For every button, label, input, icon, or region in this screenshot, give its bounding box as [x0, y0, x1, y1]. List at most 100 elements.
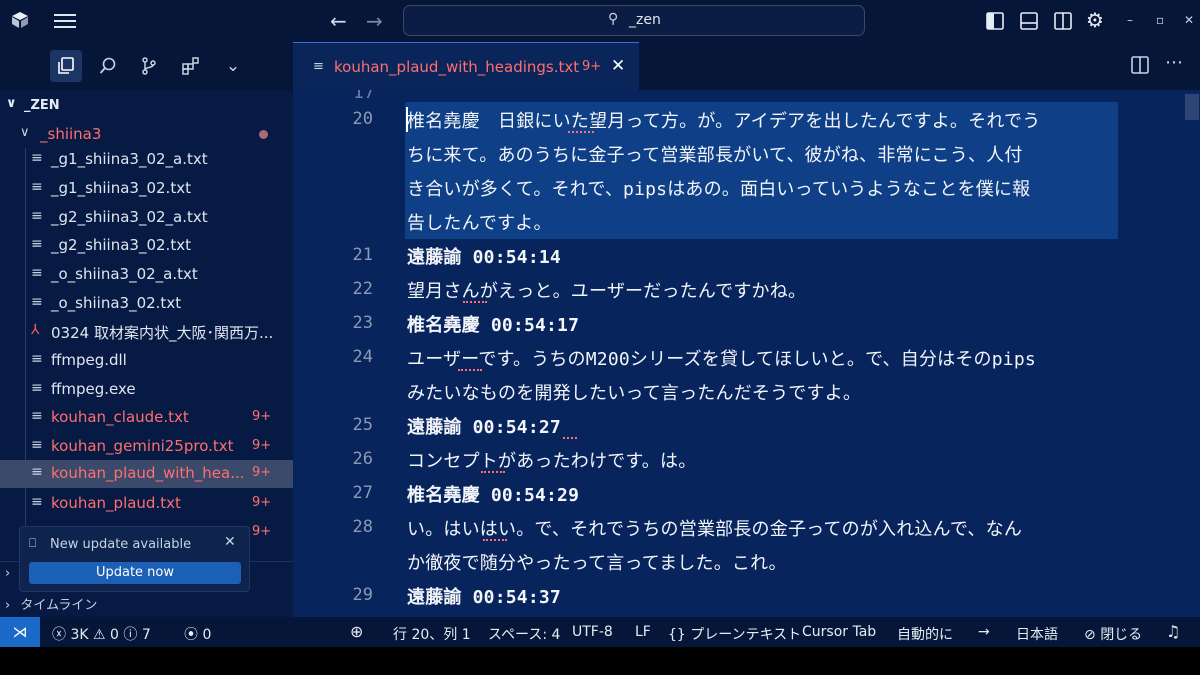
text-file-icon: ≡	[31, 494, 43, 510]
explorer-icon[interactable]	[50, 50, 82, 82]
file-item[interactable]: ≡ kouhan_claude.txt 9+	[0, 404, 293, 432]
file-item[interactable]: ≡ kouhan_gemini25pro.txt 9+	[0, 433, 293, 461]
file-item[interactable]: ≡ _g2_shiina3_02_a.txt	[0, 204, 293, 232]
file-name: _o_shiina3_02_a.txt	[51, 265, 198, 283]
file-name: kouhan_gemini25pro.txt	[51, 437, 234, 455]
text-file-icon: ≡	[31, 294, 43, 310]
info-count: 7	[141, 627, 151, 643]
search-icon: ⚲	[608, 11, 619, 27]
folder-label: _shiina3	[40, 125, 102, 143]
encoding[interactable]: UTF-8	[572, 624, 613, 640]
timeline-section[interactable]: › タイムライン	[5, 594, 97, 613]
arrow-right-icon[interactable]: →	[978, 624, 990, 640]
arrow-right-icon[interactable]: →	[366, 9, 383, 33]
restore-icon[interactable]: ▫	[1156, 13, 1164, 27]
language-label: プレーンテキスト	[690, 627, 802, 643]
line-number: 24	[352, 347, 373, 367]
workspace-root[interactable]: ∨ _ZEN	[0, 94, 293, 118]
close-status[interactable]: ⊘ 閉じる	[1084, 624, 1142, 644]
file-item-selected[interactable]: ≡ kouhan_plaud_with_hea... 9+	[0, 460, 293, 488]
code-line: 遠藤諭 00:54:14	[407, 247, 561, 268]
file-item[interactable]: ⅄ 0324 取材案内状_大阪･関西万...	[0, 318, 293, 346]
text-file-icon: ≡	[31, 351, 43, 367]
toggle-panel-icon[interactable]	[1020, 12, 1038, 30]
command-center-search[interactable]: ⚲ _zen	[403, 5, 865, 36]
line-number: 23	[352, 313, 373, 333]
text-file-icon: ≡	[313, 59, 324, 74]
split-editor-icon[interactable]	[1131, 56, 1149, 74]
file-name: ffmpeg.exe	[51, 380, 136, 398]
editor-tab-bar: ≡ kouhan_plaud_with_headings.txt 9+ ✕ ⋯	[293, 42, 1200, 90]
text-file-icon: ≡	[31, 236, 43, 252]
ports-indicator[interactable]: ⦿ 0	[184, 624, 211, 644]
file-item[interactable]: ≡ _o_shiina3_02_a.txt	[0, 261, 293, 289]
bell-icon[interactable]: ♫	[1166, 622, 1180, 641]
code-line: 椎名堯慶 00:54:29	[407, 485, 580, 506]
chevron-down-icon[interactable]: ⌄	[217, 50, 249, 82]
toggle-secondary-sidebar-icon[interactable]	[1054, 12, 1072, 30]
folder-shiina3[interactable]: ∨ _shiina3	[0, 122, 293, 146]
file-item[interactable]: ≡ _g1_shiina3_02.txt	[0, 175, 293, 203]
code-line: 告したんですよ。	[407, 213, 552, 234]
source-control-icon[interactable]	[133, 50, 165, 82]
file-name: _g2_shiina3_02_a.txt	[51, 208, 208, 226]
text-file-icon: ≡	[31, 464, 43, 480]
end-of-line[interactable]: LF	[635, 624, 651, 640]
minimize-icon[interactable]: –	[1127, 13, 1133, 27]
workspace-root-label: _ZEN	[24, 98, 60, 113]
file-name: _g2_shiina3_02.txt	[51, 236, 191, 254]
code-line: 遠藤諭 00:54:27	[407, 417, 561, 438]
close-window-icon[interactable]: ✕	[1184, 13, 1194, 27]
update-now-button[interactable]: Update now	[29, 562, 241, 584]
file-item[interactable]: ≡ _g1_shiina3_02_a.txt	[0, 146, 293, 174]
line-number: 21	[352, 245, 373, 265]
cursor-tab[interactable]: Cursor Tab	[802, 624, 876, 640]
spelling-squiggle	[458, 368, 482, 371]
gear-icon[interactable]: ⚙	[1086, 8, 1104, 32]
file-name: _g1_shiina3_02.txt	[51, 179, 191, 197]
file-name: kouhan_plaud.txt	[51, 494, 181, 512]
language-mode[interactable]: {} プレーンテキスト	[668, 624, 801, 644]
error-icon: ⓧ	[52, 627, 66, 643]
pdf-file-icon: ⅄	[31, 322, 40, 338]
text-file-icon: ≡	[31, 179, 43, 195]
code-line: コンセプトがあったわけです。は。	[407, 451, 697, 472]
close-icon[interactable]: ✕	[611, 56, 625, 76]
locale[interactable]: 日本語	[1016, 624, 1058, 644]
update-notification: ⎕ New update available ✕ Update now	[19, 526, 250, 592]
file-item[interactable]: ≡ kouhan_plaud.txt 9+	[0, 490, 293, 518]
file-item[interactable]: ≡ ffmpeg.exe	[0, 376, 293, 404]
more-actions-icon[interactable]: ⋯	[1165, 52, 1183, 73]
broadcast-icon: ⦿	[184, 627, 198, 643]
outline-section[interactable]: ›	[5, 566, 10, 581]
file-name: _o_shiina3_02.txt	[51, 294, 182, 312]
spelling-squiggle	[568, 130, 594, 133]
problems-indicator[interactable]: ⓧ 3K ⚠ 0 ⓘ 7	[52, 624, 151, 644]
close-icon[interactable]: ✕	[224, 534, 236, 550]
indentation[interactable]: スペース: 4	[488, 624, 560, 644]
file-item[interactable]: ≡ _g2_shiina3_02.txt	[0, 232, 293, 260]
zoom-icon[interactable]: ⊕	[350, 622, 363, 641]
warning-icon: ⚠	[93, 627, 106, 643]
file-item[interactable]: ≡ ffmpeg.dll	[0, 347, 293, 375]
text-file-icon: ≡	[31, 437, 43, 453]
extensions-icon[interactable]	[175, 50, 207, 82]
auto-mode[interactable]: 自動的に	[897, 624, 953, 644]
vertical-scrollbar[interactable]	[1185, 94, 1199, 120]
line-number: 22	[352, 279, 373, 299]
code-line: 椎名堯慶 00:54:17	[407, 315, 580, 336]
editor-area[interactable]: 17 20 椎名堯慶 日銀にいた望月って方。が。アイデアを出したんですよ。それで…	[293, 90, 1200, 617]
spelling-squiggle	[481, 470, 505, 473]
remote-indicator-icon[interactable]: ⋊	[0, 617, 40, 647]
warning-count: 0	[110, 627, 119, 643]
cursor-position[interactable]: 行 20、列 1	[393, 624, 471, 644]
search-icon[interactable]	[92, 50, 124, 82]
menu-icon[interactable]	[54, 12, 78, 30]
toggle-sidebar-icon[interactable]	[986, 12, 1004, 30]
arrow-left-icon[interactable]: ←	[330, 9, 347, 33]
tab-active[interactable]: ≡ kouhan_plaud_with_headings.txt 9+ ✕	[293, 42, 639, 90]
chevron-down-icon: ∨	[6, 96, 17, 111]
chevron-right-icon: ›	[5, 598, 11, 613]
text-file-icon: ≡	[31, 208, 43, 224]
file-item[interactable]: ≡ _o_shiina3_02.txt	[0, 290, 293, 318]
